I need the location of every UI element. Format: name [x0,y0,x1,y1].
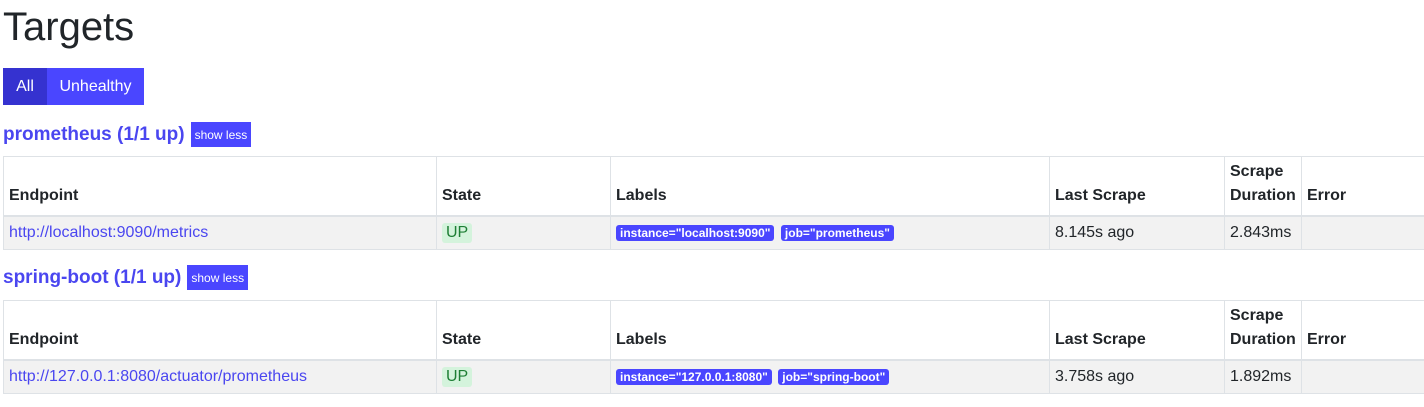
table-row: http://127.0.0.1:8080/actuator/prometheu… [3,359,1424,394]
target-filter-group: All Unhealthy [3,68,144,105]
state-badge: UP [442,222,473,243]
state-cell: UP [436,215,611,250]
label-badge-job: job="prometheus" [780,224,894,241]
table-header-row: Endpoint State Labels Last Scrape Scrape… [3,300,1424,361]
column-header-error: Error [1301,300,1424,361]
table-row: http://localhost:9090/metrics UP instanc… [3,215,1424,250]
column-header-last-scrape: Last Scrape [1049,300,1225,361]
job-title-prometheus[interactable]: prometheus (1/1 up) [3,123,185,147]
job-title-spring-boot[interactable]: spring-boot (1/1 up) [3,266,181,290]
error-cell [1301,359,1424,394]
scrape-duration-line1: Scrape [1230,307,1284,324]
filter-all-button[interactable]: All [3,68,47,105]
column-header-labels: Labels [610,300,1050,361]
job-header-prometheus: prometheus (1/1 up) show less [3,122,252,147]
targets-table-prometheus: Endpoint State Labels Last Scrape Scrape… [3,156,1424,250]
label-badge-instance: instance="127.0.0.1:8080" [616,368,772,385]
endpoint-link[interactable]: http://localhost:9090/metrics [9,224,208,241]
targets-table-spring-boot: Endpoint State Labels Last Scrape Scrape… [3,300,1424,394]
scrape-duration-line2: Duration [1230,187,1296,204]
column-header-state: State [436,156,611,217]
endpoint-cell: http://127.0.0.1:8080/actuator/prometheu… [3,359,437,394]
show-less-button-spring-boot[interactable]: show less [187,265,249,290]
show-less-button-prometheus[interactable]: show less [190,122,252,147]
scrape-duration-cell: 1.892ms [1224,359,1302,394]
endpoint-link[interactable]: http://127.0.0.1:8080/actuator/prometheu… [9,368,307,385]
table-header-row: Endpoint State Labels Last Scrape Scrape… [3,156,1424,217]
filter-unhealthy-button[interactable]: Unhealthy [47,68,144,105]
column-header-scrape-duration: Scrape Duration [1224,300,1302,361]
job-header-spring-boot: spring-boot (1/1 up) show less [3,265,249,290]
last-scrape-cell: 8.145s ago [1049,215,1225,250]
label-badge-instance: instance="localhost:9090" [616,224,775,241]
last-scrape-cell: 3.758s ago [1049,359,1225,394]
page-title: Targets [3,5,135,49]
endpoint-cell: http://localhost:9090/metrics [3,215,437,250]
label-badge-job: job="spring-boot" [778,368,890,385]
error-cell [1301,215,1424,250]
scrape-duration-line2: Duration [1230,331,1296,348]
state-cell: UP [436,359,611,394]
labels-cell: instance="127.0.0.1:8080" job="spring-bo… [610,359,1050,394]
state-badge: UP [442,366,473,387]
column-header-last-scrape: Last Scrape [1049,156,1225,217]
column-header-endpoint: Endpoint [3,156,437,217]
scrape-duration-line1: Scrape [1230,163,1284,180]
column-header-labels: Labels [610,156,1050,217]
column-header-error: Error [1301,156,1424,217]
scrape-duration-cell: 2.843ms [1224,215,1302,250]
column-header-endpoint: Endpoint [3,300,437,361]
column-header-state: State [436,300,611,361]
labels-cell: instance="localhost:9090" job="prometheu… [610,215,1050,250]
column-header-scrape-duration: Scrape Duration [1224,156,1302,217]
